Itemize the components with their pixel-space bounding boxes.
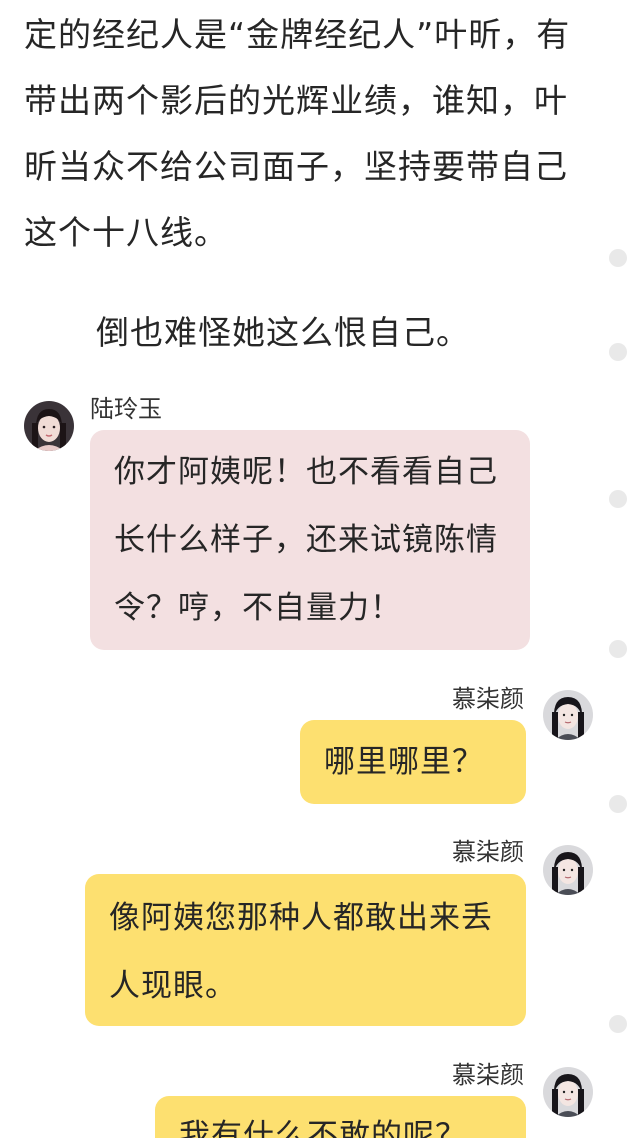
side-dot	[609, 490, 627, 508]
message-bubble: 我有什么不敢的呢？	[155, 1096, 526, 1138]
message-text: 你才阿姨呢！也不看看自己长什么样子，还来试镜陈情令？哼，不自量力！	[114, 454, 498, 626]
message-bubble: 你才阿姨呢！也不看看自己长什么样子，还来试镜陈情令？哼，不自量力！	[90, 430, 530, 650]
side-dot	[609, 249, 627, 267]
speaker-name: 慕柒颜	[452, 685, 524, 713]
message-text: 像阿姨您那种人都敢出来丢人现眼。	[109, 900, 493, 1004]
girl-portrait-icon[interactable]	[543, 690, 593, 740]
side-dot	[609, 343, 627, 361]
speaker-name: 慕柒颜	[452, 1061, 524, 1089]
girl-portrait-icon[interactable]	[543, 1067, 593, 1117]
message-text: 哪里哪里？	[324, 744, 484, 780]
narration-paragraph: 定的经纪人是“金牌经纪人”叶昕，有带出两个影后的光辉业绩，谁知，叶昕当众不给公司…	[24, 15, 571, 252]
message-bubble: 哪里哪里？	[300, 720, 526, 804]
speaker-name: 陆玲玉	[90, 395, 162, 423]
speaker-name: 慕柒颜	[452, 838, 524, 866]
woman-portrait-icon[interactable]	[24, 401, 74, 451]
narration-paragraph: 倒也难怪她这么恨自己。	[96, 313, 470, 352]
side-dot	[609, 795, 627, 813]
message-bubble: 像阿姨您那种人都敢出来丢人现眼。	[85, 874, 526, 1026]
girl-portrait-icon[interactable]	[543, 845, 593, 895]
side-dot	[609, 1015, 627, 1033]
message-text: 我有什么不敢的呢？	[179, 1118, 467, 1138]
side-dot	[609, 640, 627, 658]
